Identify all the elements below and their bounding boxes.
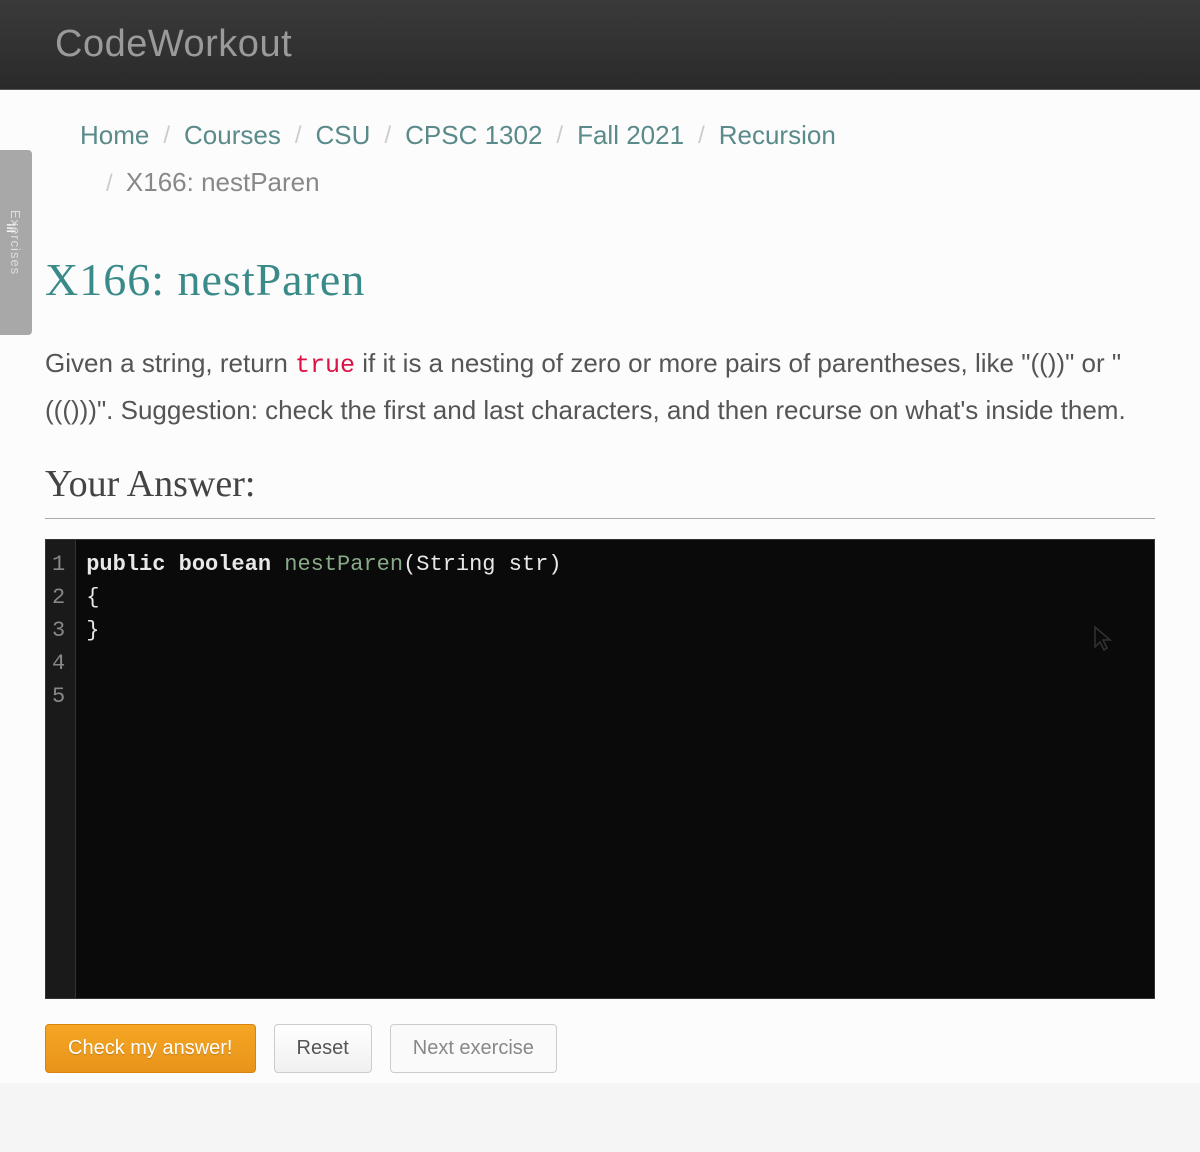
breadcrumb-courses[interactable]: Courses [184, 120, 281, 151]
breadcrumb-sep: / [163, 122, 170, 150]
breadcrumb-sep: / [384, 122, 391, 150]
breadcrumb-fall2021[interactable]: Fall 2021 [577, 120, 684, 151]
problem-description: Given a string, return true if it is a n… [45, 341, 1155, 432]
param-name: str [509, 552, 549, 577]
button-row: Check my answer! Reset Next exercise [45, 1024, 1155, 1083]
code-line-2: { [86, 581, 1144, 614]
code-true: true [295, 351, 355, 380]
keyword-public: public [86, 552, 165, 577]
check-answer-button[interactable]: Check my answer! [45, 1024, 256, 1073]
open-brace: { [86, 585, 99, 610]
line-number: 1 [52, 548, 69, 581]
line-number: 4 [52, 647, 69, 680]
breadcrumb-cpsc1302[interactable]: CPSC 1302 [405, 120, 542, 151]
mouse-cursor-icon [1093, 625, 1115, 660]
breadcrumb: Home / Courses / CSU / CPSC 1302 / Fall … [45, 120, 1155, 198]
problem-text-before: Given a string, return [45, 348, 295, 378]
sidebar-toggle-tab[interactable]: ≡ Exercises [0, 150, 32, 335]
code-editor[interactable]: 1 2 3 4 5 public boolean nestParen(Strin… [45, 539, 1155, 999]
breadcrumb-recursion[interactable]: Recursion [719, 120, 836, 151]
reset-button[interactable]: Reset [274, 1024, 372, 1073]
code-line-1: public boolean nestParen(String str) [86, 548, 1144, 581]
line-number: 5 [52, 680, 69, 713]
site-logo[interactable]: CodeWorkout [55, 23, 292, 66]
close-brace: } [86, 618, 99, 643]
param-type: String [416, 552, 495, 577]
logo-workout: Workout [148, 23, 292, 65]
code-line-4: } [86, 614, 1144, 647]
header-bar: CodeWorkout [0, 0, 1200, 90]
breadcrumb-current: / X166: nestParen [80, 167, 1155, 198]
breadcrumb-home[interactable]: Home [80, 120, 149, 151]
breadcrumb-sep: / [295, 122, 302, 150]
line-numbers: 1 2 3 4 5 [46, 540, 76, 998]
function-name: nestParen [284, 552, 403, 577]
code-content[interactable]: public boolean nestParen(String str) { } [76, 540, 1154, 998]
breadcrumb-sep: / [698, 122, 705, 150]
answer-label: Your Answer: [45, 462, 1155, 519]
line-number: 2 [52, 581, 69, 614]
breadcrumb-sep: / [556, 122, 563, 150]
breadcrumb-current-text: X166: nestParen [126, 167, 320, 197]
sidebar-tab-label: Exercises [9, 210, 24, 275]
content-wrapper: ≡ Exercises Home / Courses / CSU / CPSC … [0, 90, 1200, 1083]
next-exercise-button[interactable]: Next exercise [390, 1024, 557, 1073]
page-title: X166: nestParen [45, 253, 1155, 306]
breadcrumb-sep: / [106, 170, 113, 197]
line-number: 3 [52, 614, 69, 647]
logo-code: Code [55, 23, 148, 65]
keyword-boolean: boolean [179, 552, 271, 577]
breadcrumb-csu[interactable]: CSU [316, 120, 371, 151]
